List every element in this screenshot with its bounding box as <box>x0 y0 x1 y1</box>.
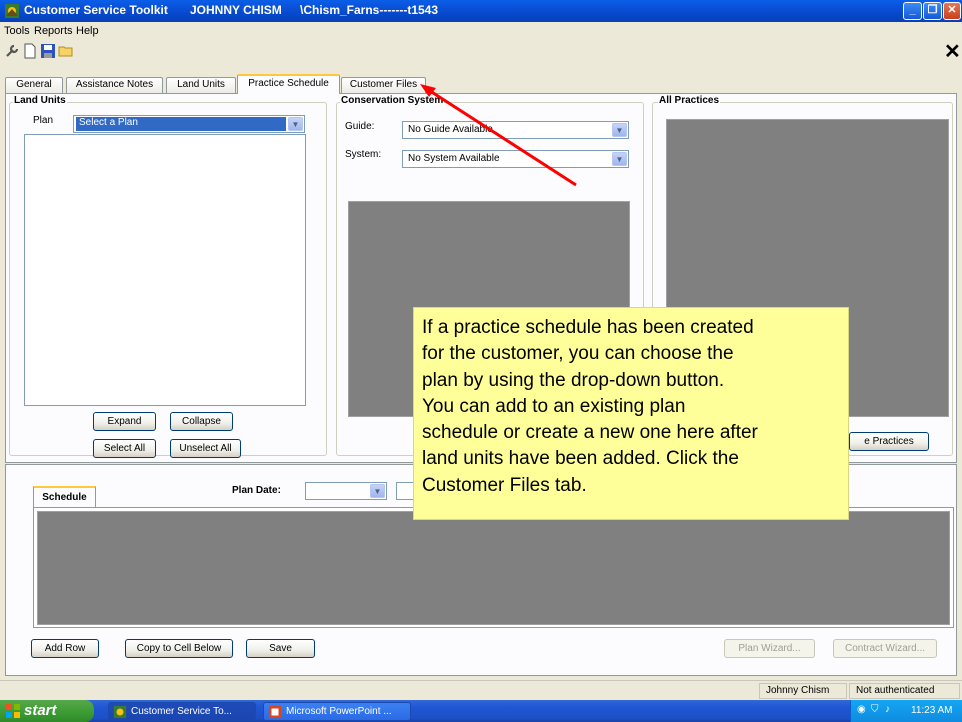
tab-general[interactable]: General <box>5 77 63 93</box>
chevron-down-icon[interactable]: ▼ <box>612 152 627 166</box>
windows-logo-icon <box>6 704 20 718</box>
plan-date-dropdown[interactable]: ▼ <box>305 482 387 500</box>
maximize-button[interactable]: ❐ <box>923 2 942 20</box>
callout-line: land units have been added. Click the <box>422 448 739 470</box>
guide-label: Guide: <box>345 121 375 132</box>
plan-wizard-button[interactable]: Plan Wizard... <box>724 639 815 658</box>
app-icon <box>5 4 19 18</box>
record-path: \Chism_Farns-------t1543 <box>300 3 439 17</box>
callout-line: You can add to an existing plan <box>422 395 686 417</box>
new-file-icon[interactable] <box>22 43 38 59</box>
callout-line: schedule or create a new one here after <box>422 422 758 444</box>
open-folder-icon[interactable] <box>58 43 74 59</box>
system-label: System: <box>345 149 382 160</box>
app-title: Customer Service Toolkit <box>24 3 168 17</box>
plan-date-label: Plan Date: <box>232 485 281 496</box>
tab-customer-files[interactable]: Customer Files <box>341 77 426 93</box>
guide-dropdown-value: No Guide Available <box>408 124 493 135</box>
menu-bar: Tools Reports Help <box>0 22 962 40</box>
system-dropdown[interactable]: No System Available ▼ <box>402 150 629 168</box>
minimize-button[interactable]: _ <box>903 2 922 20</box>
start-label: start <box>24 702 57 719</box>
system-dropdown-value: No System Available <box>408 153 500 164</box>
conservation-system-label: Conservation System <box>340 95 445 106</box>
tab-practice-schedule[interactable]: Practice Schedule <box>237 74 340 94</box>
clock: 11:23 AM <box>911 705 953 716</box>
chevron-down-icon[interactable]: ▼ <box>288 117 303 131</box>
taskbar-item-powerpoint[interactable]: Microsoft PowerPoint ... <box>263 702 411 721</box>
close-toolkit-icon[interactable]: ✕ <box>944 39 961 64</box>
save-button[interactable]: Save <box>246 639 315 658</box>
system-tray: ◉ ⛉ ♪ 11:23 AM <box>850 700 962 722</box>
shield-icon[interactable]: ⛉ <box>871 704 879 715</box>
tab-assistance-notes[interactable]: Assistance Notes <box>66 77 163 93</box>
menu-help[interactable]: Help <box>76 25 99 37</box>
app-icon <box>113 705 127 719</box>
start-button[interactable]: start <box>0 700 94 722</box>
contract-wizard-button[interactable]: Contract Wizard... <box>833 639 937 658</box>
tab-schedule[interactable]: Schedule <box>33 486 96 508</box>
menu-tools[interactable]: Tools <box>4 25 30 37</box>
callout-line: for the customer, you can choose the <box>422 343 734 365</box>
land-units-label: Land Units <box>13 95 67 106</box>
user-name: JOHNNY CHISM <box>190 3 282 17</box>
add-row-button[interactable]: Add Row <box>31 639 99 658</box>
plan-dropdown-value: Select a Plan <box>76 117 286 131</box>
all-practices-label: All Practices <box>658 95 721 106</box>
callout-line: Customer Files tab. <box>422 474 587 496</box>
taskbar-item-customer-service[interactable]: Customer Service To... <box>108 702 256 721</box>
chevron-down-icon[interactable]: ▼ <box>370 484 385 498</box>
plan-dropdown[interactable]: Select a Plan ▼ <box>73 115 305 133</box>
copy-to-cell-below-button[interactable]: Copy to Cell Below <box>125 639 233 658</box>
volume-icon[interactable]: ♪ <box>885 704 890 715</box>
taskbar: start Customer Service To... Microsoft P… <box>0 700 962 722</box>
taskbar-item-label: Microsoft PowerPoint ... <box>286 706 392 717</box>
unselect-all-button[interactable]: Unselect All <box>170 439 241 458</box>
wrench-icon[interactable] <box>4 43 20 59</box>
tab-land-units[interactable]: Land Units <box>166 77 236 93</box>
status-user: Johnny Chism <box>759 683 847 699</box>
guide-dropdown[interactable]: No Guide Available ▼ <box>402 121 629 139</box>
chevron-down-icon[interactable]: ▼ <box>612 123 627 137</box>
add-practices-button[interactable]: e Practices <box>849 432 929 451</box>
powerpoint-icon <box>268 705 282 719</box>
land-units-tree[interactable] <box>24 134 306 406</box>
plan-label: Plan <box>33 115 54 126</box>
select-all-button[interactable]: Select All <box>93 439 156 458</box>
network-icon[interactable]: ◉ <box>857 704 866 715</box>
callout-line: If a practice schedule has been created <box>422 317 754 338</box>
toolbar: ✕ <box>0 39 962 64</box>
collapse-button[interactable]: Collapse <box>170 412 233 431</box>
schedule-grid[interactable] <box>37 511 950 625</box>
close-button[interactable]: ✕ <box>943 2 961 20</box>
callout-line: plan by using the drop-down button. <box>422 369 725 391</box>
instruction-callout: If a practice schedule has been created … <box>413 307 849 520</box>
status-auth: Not authenticated <box>849 683 960 699</box>
land-units-group: Land Units Plan Select a Plan ▼ Expand C… <box>9 95 327 458</box>
taskbar-item-label: Customer Service To... <box>131 706 232 717</box>
title-bar[interactable]: Customer Service Toolkit JOHNNY CHISM \C… <box>0 0 962 22</box>
expand-button[interactable]: Expand <box>93 412 156 431</box>
status-bar: Johnny Chism Not authenticated <box>0 680 962 700</box>
save-icon[interactable] <box>40 43 56 59</box>
menu-reports[interactable]: Reports <box>34 25 73 37</box>
schedule-frame <box>33 507 954 628</box>
